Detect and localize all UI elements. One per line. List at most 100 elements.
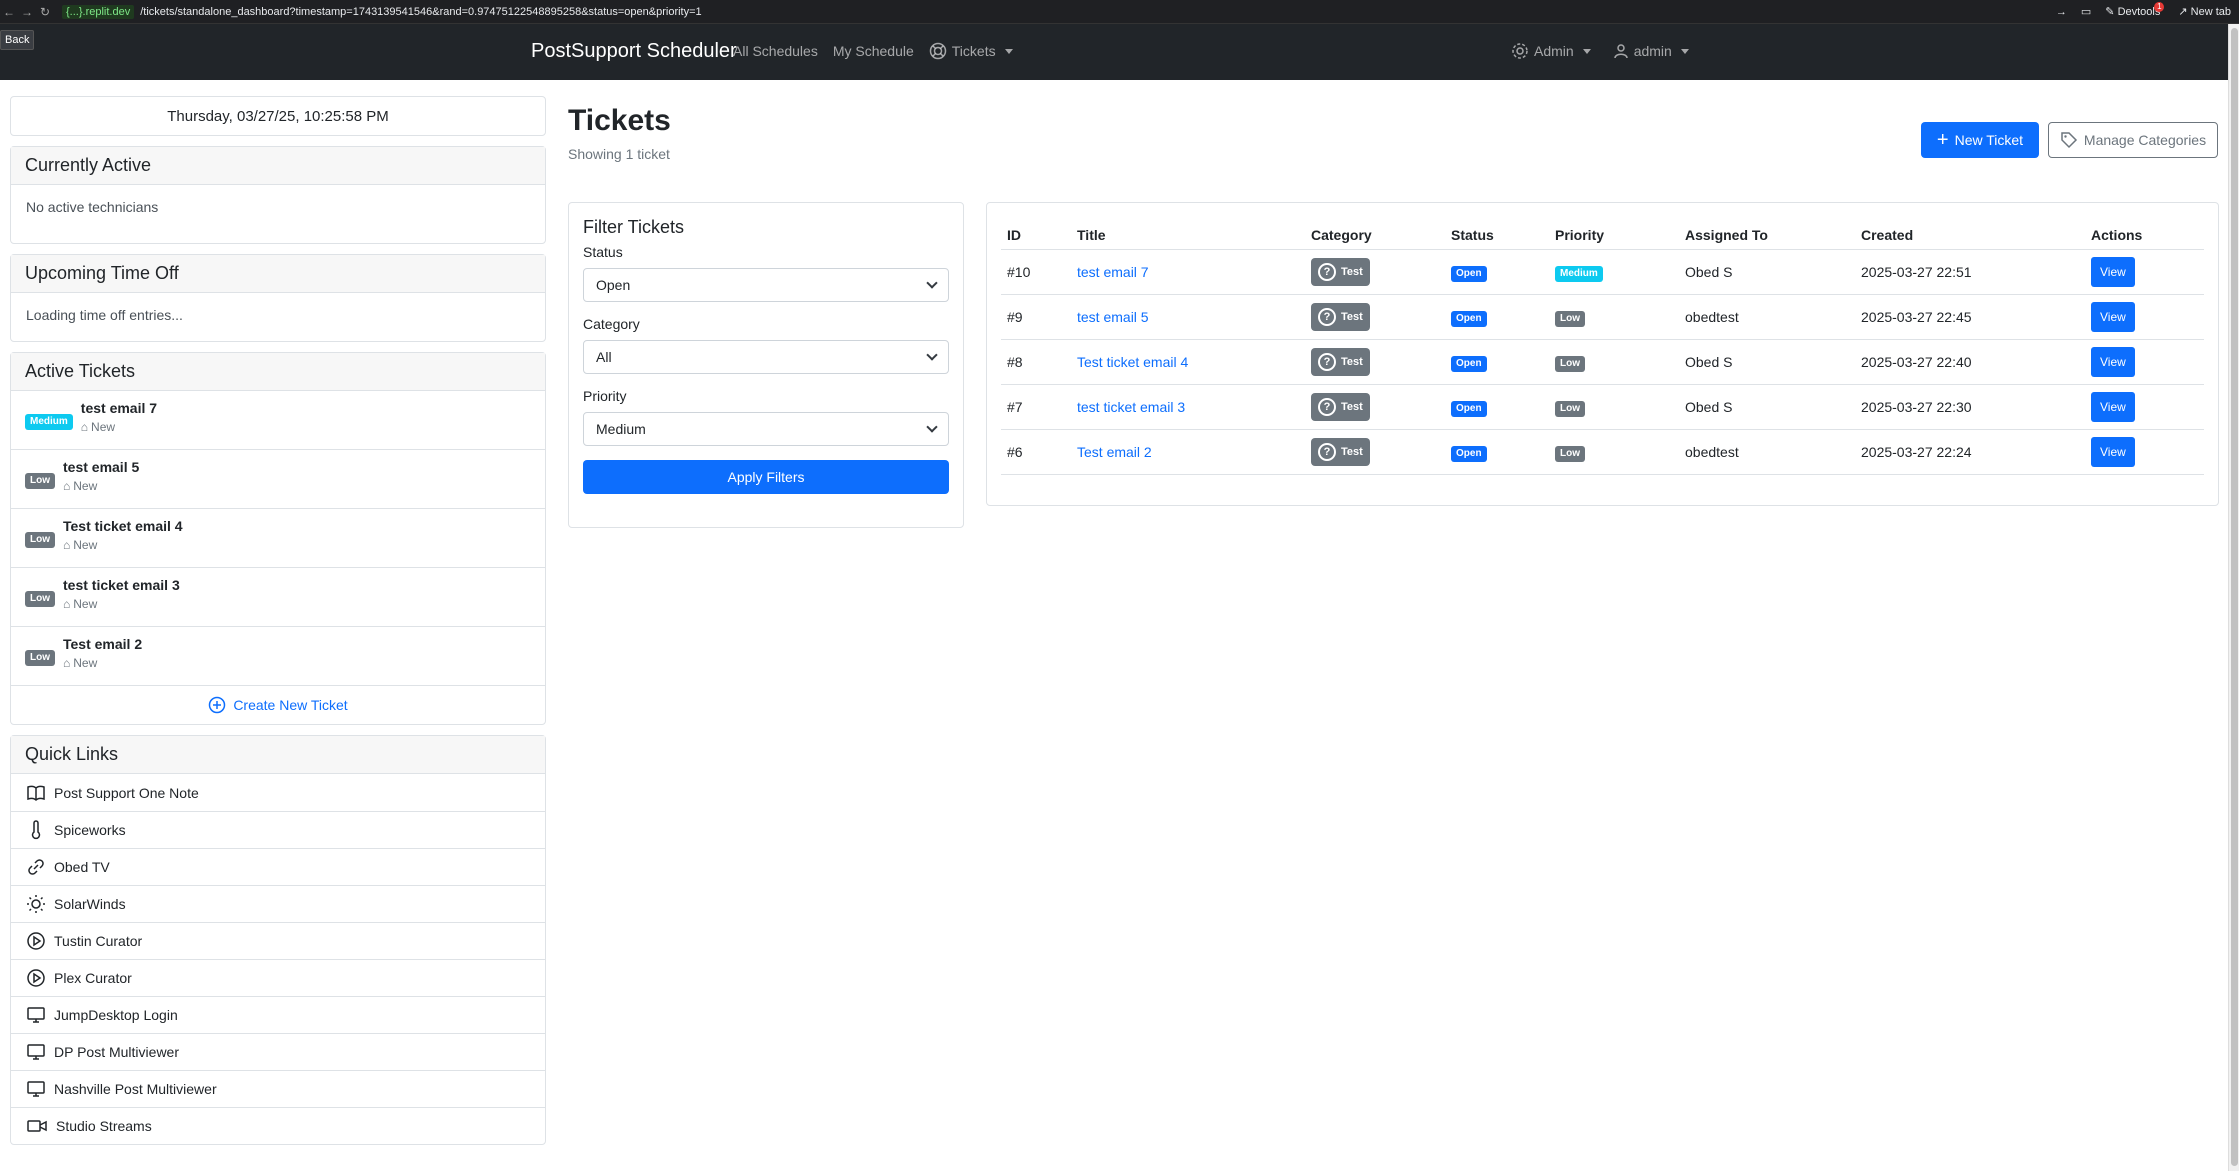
priority-badge: Low xyxy=(1555,310,1585,327)
active-ticket-item[interactable]: Low Test email 2 ⌂ New xyxy=(11,627,545,686)
quick-link-item[interactable]: Post Support One Note xyxy=(11,774,545,811)
created-at: 2025-03-27 22:45 xyxy=(1855,294,2085,340)
assigned-to: Obed S xyxy=(1679,384,1855,430)
active-ticket-item[interactable]: Medium test email 7 ⌂ New xyxy=(11,391,545,450)
active-ticket-title: test ticket email 3 xyxy=(63,577,180,593)
quick-link-item[interactable]: Obed TV xyxy=(11,848,545,885)
status-badge: Open xyxy=(1451,310,1487,327)
nav-tickets-dropdown[interactable]: Tickets xyxy=(929,42,1013,60)
quick-link-item[interactable]: JumpDesktop Login xyxy=(11,996,545,1033)
apply-filters-button[interactable]: Apply Filters xyxy=(583,460,949,494)
thermometer-icon xyxy=(31,820,41,840)
active-ticket-status: New xyxy=(73,656,98,670)
category-badge: ? Test xyxy=(1311,438,1370,466)
category-badge: ? Test xyxy=(1311,348,1370,376)
devtools-button[interactable]: ✎ Devtools1 xyxy=(2105,2,2165,18)
nav-my-schedule[interactable]: My Schedule xyxy=(833,43,914,59)
quick-links-card: Quick Links Post Support One Note Spicew… xyxy=(10,735,546,1145)
quick-link-label: Tustin Curator xyxy=(54,933,143,949)
chevron-down-icon xyxy=(1680,48,1689,54)
view-button[interactable]: View xyxy=(2091,347,2135,377)
back-button[interactable]: Back xyxy=(0,30,35,50)
view-button[interactable]: View xyxy=(2091,392,2135,422)
time-off-body: Loading time off entries... xyxy=(26,307,183,323)
new-ticket-button[interactable]: + New Ticket xyxy=(1921,122,2039,158)
category-badge-label: Test xyxy=(1341,266,1363,278)
quick-link-item[interactable]: Spiceworks xyxy=(11,811,545,848)
active-ticket-item[interactable]: Low Test ticket email 4 ⌂ New xyxy=(11,509,545,568)
quick-link-label: Plex Curator xyxy=(54,970,132,986)
brand-title[interactable]: PostSupport Scheduler xyxy=(531,40,737,63)
created-at: 2025-03-27 22:30 xyxy=(1855,384,2085,430)
ticket-title-link[interactable]: test email 7 xyxy=(1077,264,1149,280)
screen-icon[interactable]: ▭ xyxy=(2081,5,2091,18)
browser-forward-arrow-icon[interactable]: → xyxy=(2056,6,2067,18)
ticket-title-link[interactable]: Test email 2 xyxy=(1077,444,1152,460)
filter-title: Filter Tickets xyxy=(583,217,685,237)
category-select-value: All xyxy=(596,349,612,365)
quick-link-item[interactable]: Tustin Curator xyxy=(11,922,545,959)
table-row: #10 test email 7 ? Test Open Medium Obed … xyxy=(1001,249,2204,295)
ticket-id: #8 xyxy=(1001,339,1071,385)
ticket-title-link[interactable]: test email 5 xyxy=(1077,309,1149,325)
col-header: ID xyxy=(1001,217,1071,250)
category-label: Category xyxy=(583,316,640,332)
active-ticket-item[interactable]: Low test email 5 ⌂ New xyxy=(11,450,545,509)
category-badge-label: Test xyxy=(1341,356,1363,368)
new-tab-label: New tab xyxy=(2190,6,2231,18)
view-button[interactable]: View xyxy=(2091,257,2135,287)
col-header: Title xyxy=(1071,217,1305,250)
ticket-count: Showing 1 ticket xyxy=(568,146,670,162)
ticket-id: #10 xyxy=(1001,249,1071,295)
priority-badge: Medium xyxy=(25,414,73,430)
active-tickets-title: Active Tickets xyxy=(11,353,545,391)
scrollbar-thumb[interactable] xyxy=(2231,28,2238,1166)
gear-icon xyxy=(1512,43,1528,59)
quick-link-label: SolarWinds xyxy=(54,896,126,912)
ticket-title-link[interactable]: test ticket email 3 xyxy=(1077,399,1185,415)
quick-link-item[interactable]: DP Post Multiviewer xyxy=(11,1033,545,1070)
table-row: #6 Test email 2 ? Test Open Low obedtest … xyxy=(1001,429,2204,475)
browser-forward-icon[interactable]: → xyxy=(18,5,36,19)
sun-icon xyxy=(27,895,45,913)
ticket-id: #9 xyxy=(1001,294,1071,340)
view-button[interactable]: View xyxy=(2091,437,2135,467)
browser-back-icon[interactable]: ← xyxy=(0,5,18,19)
play-circle-icon xyxy=(27,969,45,987)
devtools-badge: 1 xyxy=(2154,2,2165,12)
currently-active-card: Currently Active No active technicians xyxy=(10,146,546,244)
quick-link-item[interactable]: Studio Streams xyxy=(11,1107,545,1144)
address-bar[interactable]: {...}.replit.dev /tickets/standalone_das… xyxy=(62,4,702,19)
assigned-to: obedtest xyxy=(1679,429,1855,475)
view-button[interactable]: View xyxy=(2091,302,2135,332)
quick-link-label: DP Post Multiviewer xyxy=(54,1044,180,1060)
user-menu-dropdown[interactable]: admin xyxy=(1613,43,1689,59)
question-circle-icon: ? xyxy=(1318,353,1336,371)
quick-link-item[interactable]: Nashville Post Multiviewer xyxy=(11,1070,545,1107)
priority-select[interactable]: Medium xyxy=(583,412,949,446)
table-row: #9 test email 5 ? Test Open Low obedtest … xyxy=(1001,294,2204,340)
ticket-title-link[interactable]: Test ticket email 4 xyxy=(1077,354,1188,370)
active-ticket-title: test email 7 xyxy=(80,400,158,416)
quick-link-item[interactable]: Plex Curator xyxy=(11,959,545,996)
tag-icon xyxy=(2061,132,2077,149)
page-scrollbar[interactable] xyxy=(2228,24,2239,1171)
tickets-table: ID Title Category Status Priority Assign… xyxy=(1001,217,2204,475)
nav-all-schedules[interactable]: All Schedules xyxy=(733,43,818,59)
new-tab-button[interactable]: ↗ New tab xyxy=(2178,5,2231,18)
quick-link-item[interactable]: SolarWinds xyxy=(11,885,545,922)
active-ticket-status: New xyxy=(73,479,98,493)
create-new-ticket-link[interactable]: Create New Ticket xyxy=(11,686,545,724)
active-ticket-item[interactable]: Low test ticket email 3 ⌂ New xyxy=(11,568,545,627)
category-select[interactable]: All xyxy=(583,340,949,374)
status-badge: Open xyxy=(1451,355,1487,372)
browser-reload-icon[interactable]: ↻ xyxy=(36,5,54,19)
active-ticket-list: Medium test email 7 ⌂ New Low test email 5… xyxy=(11,391,545,686)
book-icon xyxy=(27,785,45,801)
chevron-down-icon xyxy=(1582,48,1591,54)
inbox-icon: ⌂ xyxy=(63,656,71,670)
user-menu-label: admin xyxy=(1633,43,1672,59)
admin-menu-dropdown[interactable]: Admin xyxy=(1511,42,1591,60)
manage-categories-button[interactable]: Manage Categories xyxy=(2048,122,2218,158)
status-select[interactable]: Open xyxy=(583,268,949,302)
